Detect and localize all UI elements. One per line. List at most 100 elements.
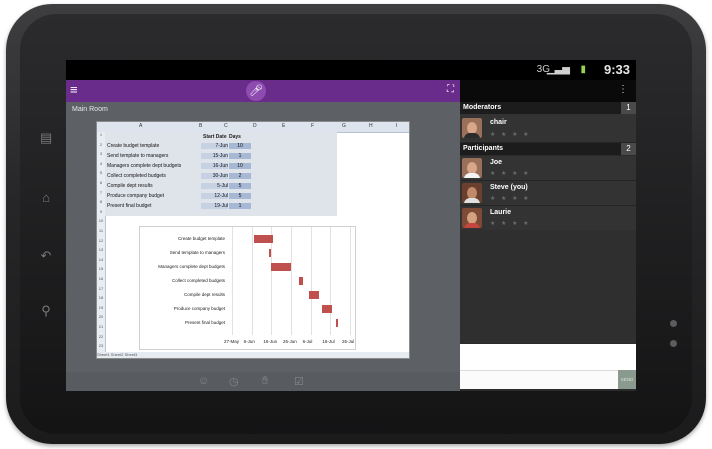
task-cell: Present final budget: [107, 203, 152, 209]
start-date-cell: 12-Jul: [201, 193, 228, 199]
x-tick-label: 26-Jun: [283, 339, 297, 344]
x-tick-label: 16-Jun: [263, 339, 278, 344]
column-header: D: [253, 123, 257, 129]
signal-icon: ▁▃▅: [546, 64, 570, 75]
row-number: 3: [99, 151, 103, 157]
gridline: [251, 227, 253, 335]
task-label: Send template to managers: [169, 250, 225, 255]
task-cell: Collect completed budgets: [107, 173, 166, 179]
bottom-toolbar: ☺ ◷ ✋︎ ☑: [66, 372, 460, 391]
gantt-bar: [269, 249, 272, 257]
row-number: 14: [98, 256, 104, 262]
row-number: 21: [98, 324, 104, 329]
chat-input[interactable]: [460, 370, 618, 389]
participant-status: ★ ★ ★ ★: [490, 221, 531, 227]
list-item[interactable]: Laurie ★ ★ ★ ★: [460, 206, 636, 231]
column-header: C: [224, 123, 228, 129]
home-hardware-icon[interactable]: ⌂: [40, 190, 52, 206]
moderators-count: 1: [621, 102, 636, 114]
task-table: Start Date Days Create budget template 7-…: [105, 132, 337, 216]
hand-raise-icon[interactable]: ✋︎: [262, 375, 268, 388]
x-tick-label: 6-Jun: [243, 339, 255, 344]
battery-icon: ▮: [580, 64, 586, 75]
column-header: E: [282, 123, 286, 129]
menu-hardware-icon[interactable]: ▤: [40, 130, 52, 146]
gridline: [291, 227, 292, 335]
sensor-dot: [670, 320, 677, 327]
avatar: [462, 183, 482, 203]
row-number: 19: [98, 304, 104, 310]
start-date-cell: 5-Jul: [201, 183, 228, 189]
clock-icon[interactable]: ◷: [229, 375, 239, 388]
days-cell: 1: [229, 203, 251, 209]
search-hardware-icon[interactable]: ⚲: [40, 303, 52, 319]
panel-topbar: ⋮: [460, 80, 636, 102]
shared-spreadsheet: A B C D E F G H I 1 2 3 4 5 6 7 8 9 10 11 12 13 14 15 1…: [96, 121, 410, 359]
participant-name: Steve (you): [490, 184, 528, 191]
start-date-cell: 15-Jun: [201, 153, 228, 159]
list-item[interactable]: Steve (you) ★ ★ ★ ★: [460, 181, 636, 206]
gridline: [232, 227, 233, 335]
column-header: I: [396, 123, 398, 129]
task-cell: Produce company budget: [107, 193, 164, 199]
avatar: [462, 158, 482, 178]
row-number: 18: [98, 295, 104, 301]
x-tick-label: 27-May: [224, 339, 240, 344]
x-tick-label: 16-Jul: [322, 339, 335, 344]
task-label: Compile dept results: [183, 292, 225, 297]
row-number: 11: [98, 228, 104, 233]
menu-icon[interactable]: ≡: [70, 83, 78, 97]
gridline: [350, 227, 351, 335]
gridline: [310, 227, 312, 335]
row-number: 7: [99, 189, 103, 195]
start-date-cell: 30-Jun: [201, 173, 228, 179]
avatar: [462, 118, 482, 138]
room-title: Main Room: [72, 106, 108, 113]
sensor-dot: [670, 340, 677, 347]
list-item[interactable]: Joe ★ ★ ★ ★: [460, 156, 636, 181]
row-number: 15: [98, 266, 104, 272]
sheet-tabs[interactable]: Sheet1 Sheet2 Sheet3: [97, 352, 409, 358]
row-number: 4: [99, 160, 103, 166]
checkbox-icon[interactable]: ☑: [294, 375, 304, 388]
task-label: Managers complete dept budgets: [158, 264, 225, 269]
row-number: 2: [99, 141, 103, 147]
row-number: 12: [98, 237, 104, 243]
status-bar: 3G ▁▃▅ ▮ 9:33: [66, 60, 636, 80]
microphone-icon[interactable]: 🎤︎: [246, 81, 266, 101]
start-date-cell: 16-Jun: [201, 163, 228, 169]
row-number: 20: [98, 314, 104, 320]
task-cell: Compile dept results: [107, 183, 153, 189]
participants-panel: ⋮ Moderators 1 chair ★ ★ ★ ★ Participant…: [460, 80, 636, 391]
overflow-menu-icon[interactable]: ⋮: [618, 84, 628, 95]
row-number: 23: [98, 343, 104, 349]
tablet-screen: 3G ▁▃▅ ▮ 9:33 ≡ 🎤︎ ⛶ Main Room A B C D E…: [66, 60, 636, 391]
participants-count: 2: [621, 143, 636, 155]
start-date-cell: 7-Jun: [201, 143, 228, 149]
task-cell: Create budget template: [107, 143, 160, 149]
expand-icon[interactable]: ⛶: [447, 84, 454, 95]
list-item[interactable]: chair ★ ★ ★ ★: [460, 114, 636, 143]
row-number: 16: [98, 276, 104, 281]
row-number: 5: [99, 170, 103, 176]
send-button[interactable]: SEND: [618, 370, 636, 389]
participant-status: ★ ★ ★ ★: [490, 171, 531, 177]
participant-status: ★ ★ ★ ★: [490, 132, 531, 138]
gantt-bar: [298, 277, 303, 285]
row-number: 6: [99, 180, 103, 185]
gridline: [271, 227, 273, 335]
column-header: G: [342, 123, 346, 129]
task-cell: Send template to managers: [107, 153, 169, 159]
row-number: 9: [99, 208, 103, 214]
column-header: B: [199, 123, 203, 129]
x-tick-label: 26-Jul: [342, 339, 355, 344]
row-number: 1: [99, 132, 103, 137]
row-number: 17: [98, 285, 104, 291]
back-hardware-icon[interactable]: ↶: [40, 248, 52, 264]
row-number: 8: [99, 199, 103, 205]
start-date-header: Start Date: [203, 134, 227, 140]
emoji-icon[interactable]: ☺: [198, 375, 209, 387]
column-header: A: [139, 123, 143, 129]
task-label: Produce company budget: [173, 306, 225, 311]
row-number: 22: [98, 333, 104, 339]
